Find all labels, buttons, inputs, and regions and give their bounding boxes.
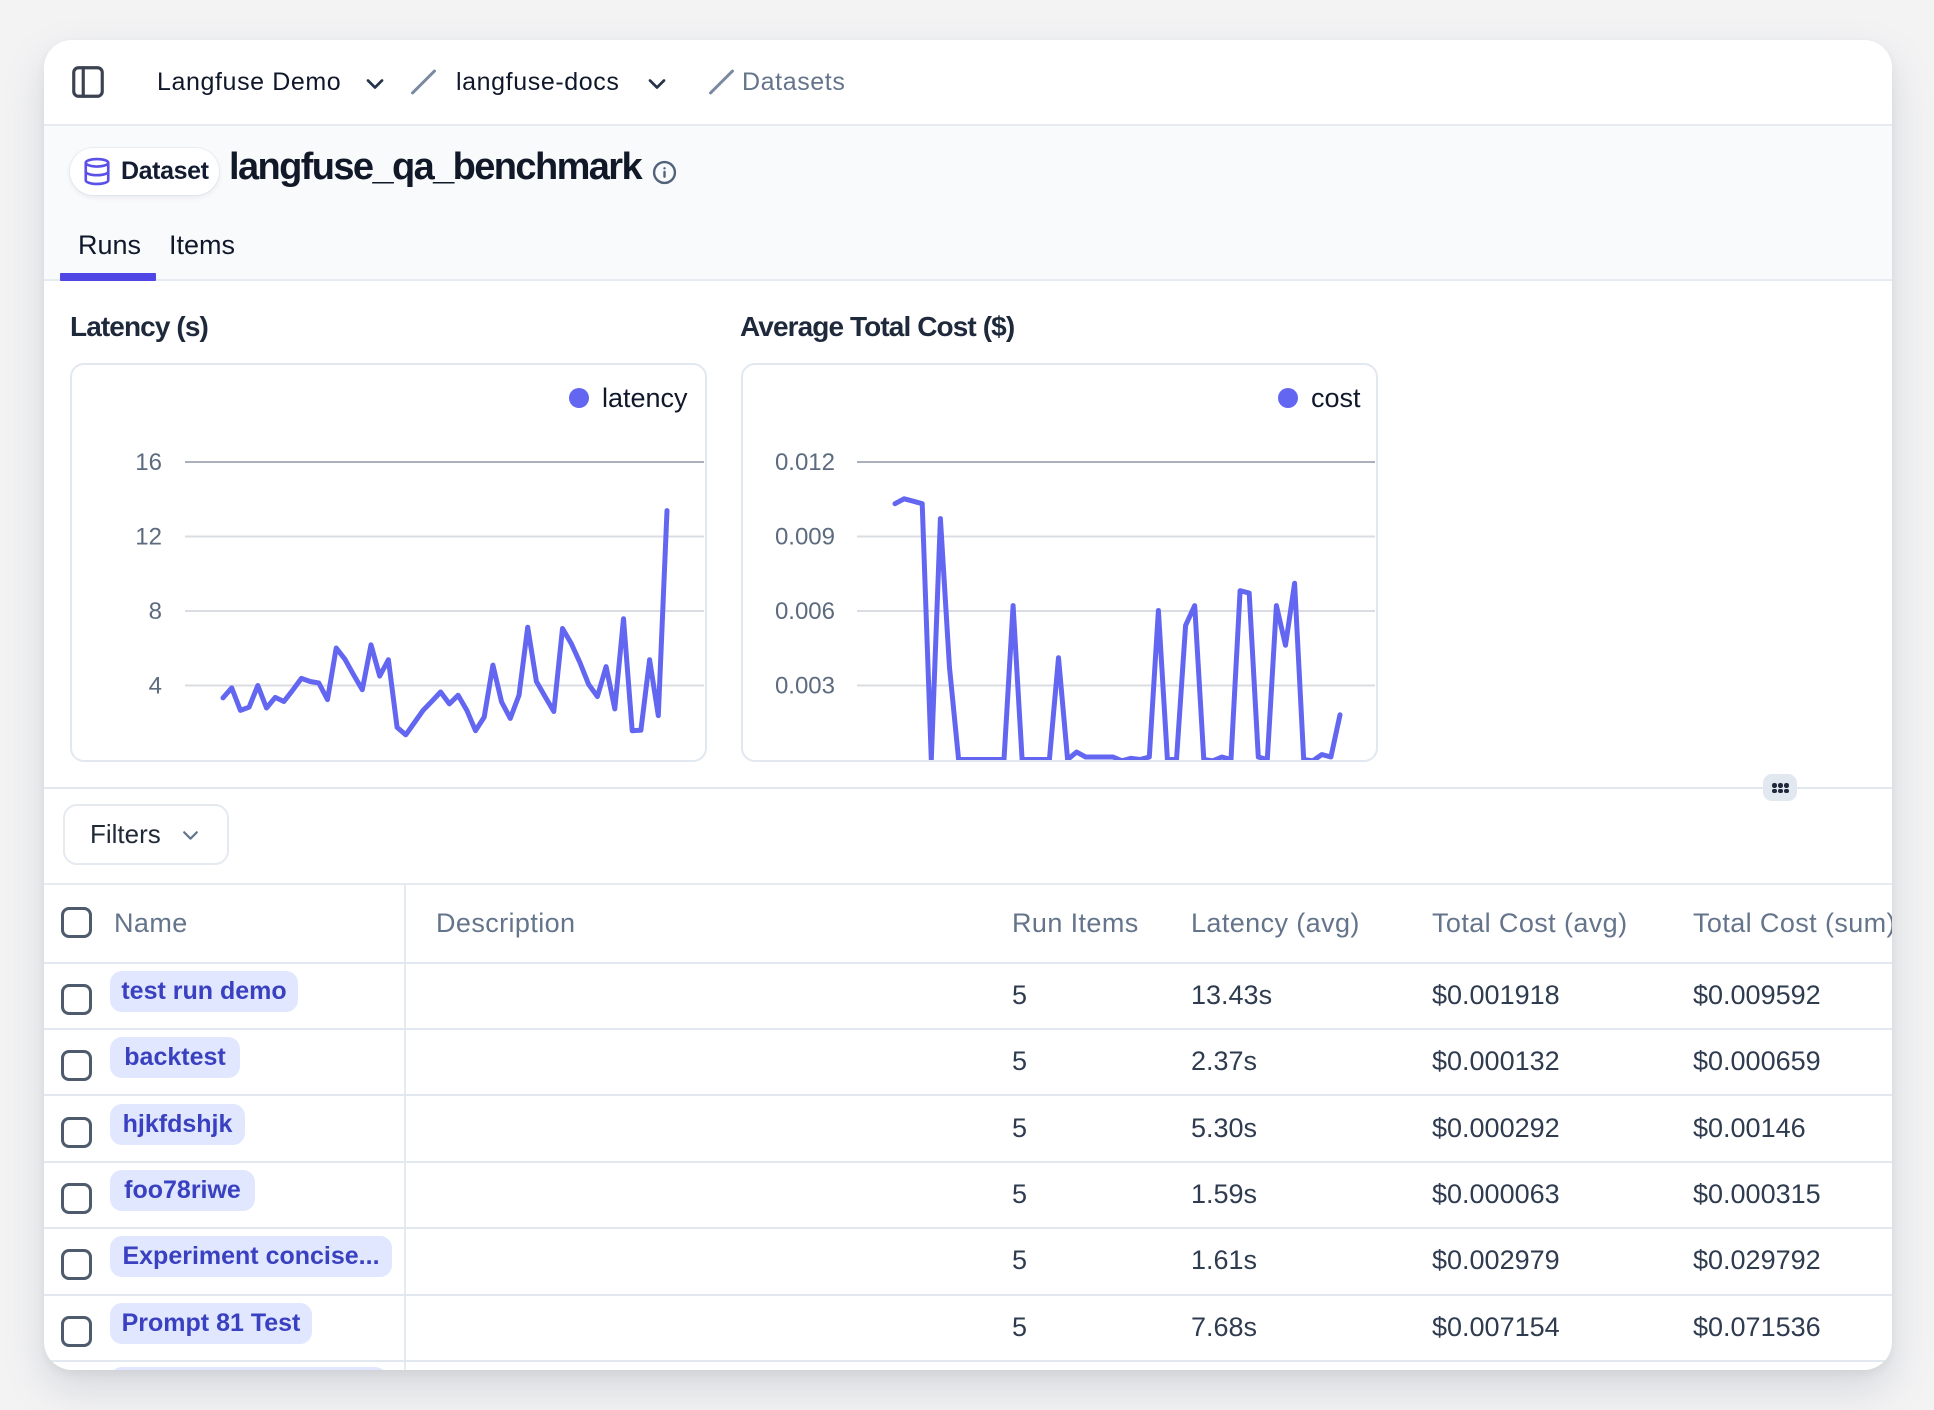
svg-text:latency: latency <box>602 383 688 413</box>
svg-text:12: 12 <box>135 524 162 551</box>
svg-text:4: 4 <box>149 673 162 700</box>
svg-text:cost: cost <box>1311 383 1361 413</box>
svg-text:16: 16 <box>135 449 162 476</box>
svg-text:0.003: 0.003 <box>775 673 835 700</box>
svg-text:8: 8 <box>149 598 162 625</box>
svg-text:0.012: 0.012 <box>775 449 835 476</box>
svg-text:0.006: 0.006 <box>775 598 835 625</box>
svg-text:0.009: 0.009 <box>775 524 835 551</box>
